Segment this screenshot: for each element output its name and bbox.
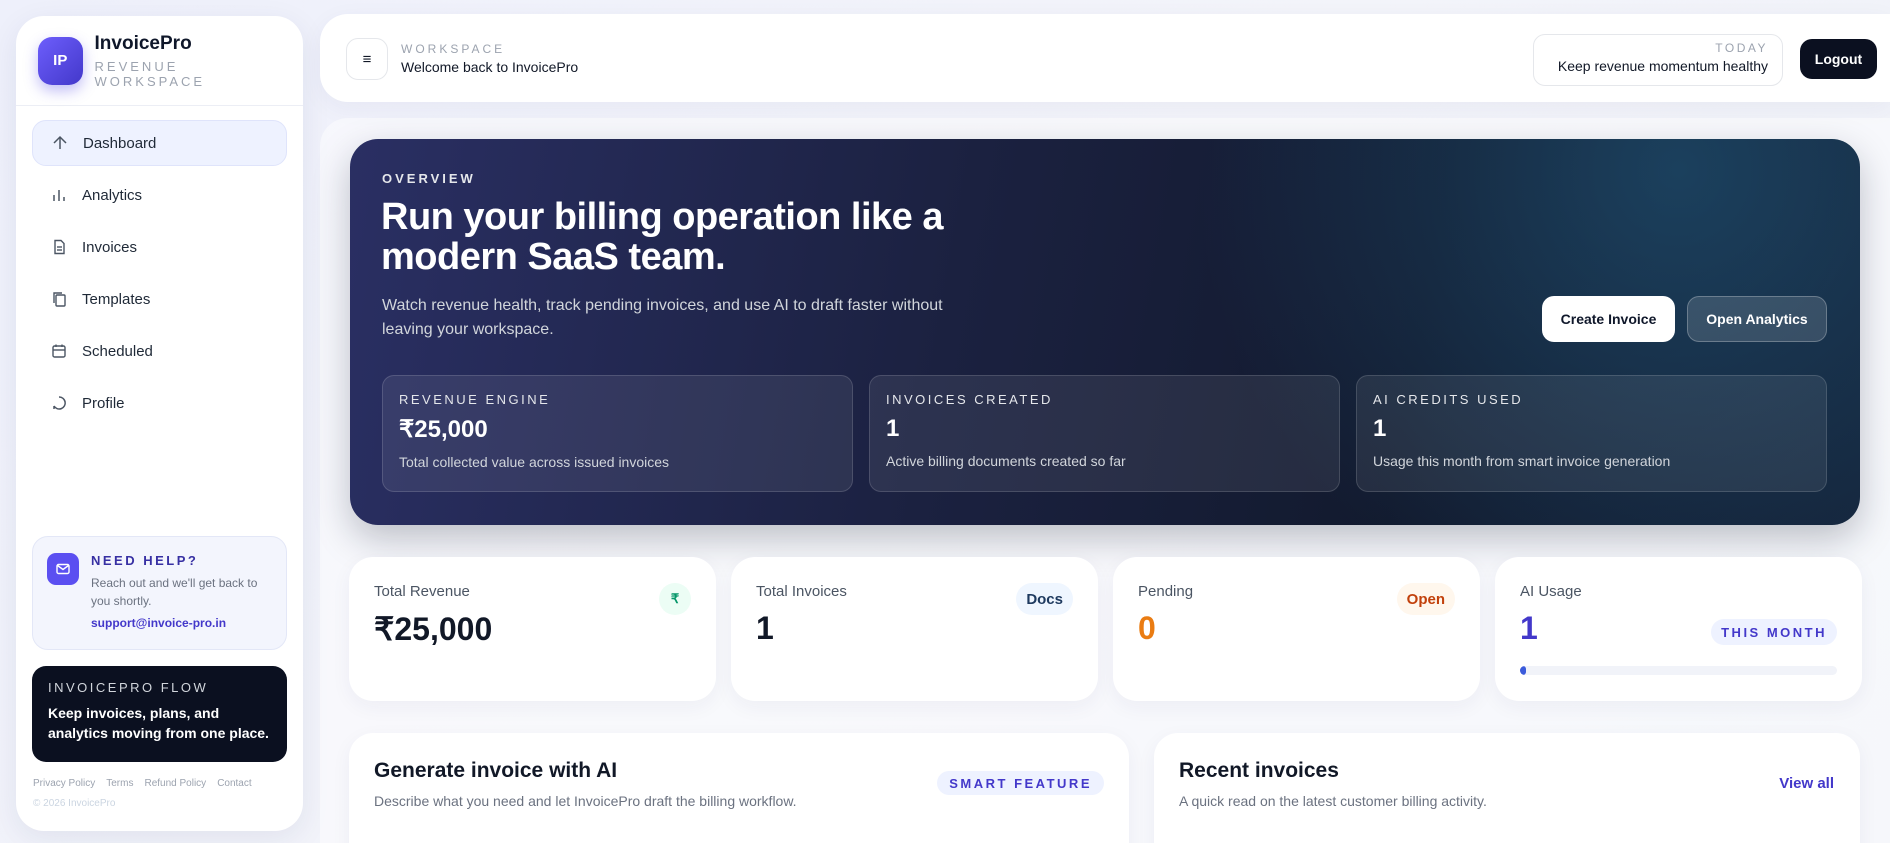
sidebar-item-profile[interactable]: Profile bbox=[32, 380, 287, 426]
open-badge: Open bbox=[1396, 583, 1455, 615]
brand-name: InvoicePro bbox=[94, 32, 192, 54]
stat-description: Total collected value across issued invo… bbox=[399, 454, 670, 470]
rupee-icon: ₹ bbox=[659, 583, 691, 615]
revenue-engine-card: REVENUE ENGINE ₹25,000 Total collected v… bbox=[382, 375, 853, 492]
help-card: NEED HELP? Reach out and we'll get back … bbox=[32, 536, 287, 650]
stat-label: AI CREDITS USED bbox=[1373, 392, 1524, 407]
smart-feature-badge: SMART FEATURE bbox=[937, 771, 1104, 795]
flow-card: INVOICEPRO FLOW Keep invoices, plans, an… bbox=[32, 666, 287, 762]
dashboard-icon bbox=[51, 134, 69, 152]
docs-badge: Docs bbox=[1016, 583, 1073, 615]
today-text: Keep revenue momentum healthy bbox=[1557, 58, 1768, 74]
kpi-total-invoices: Total Invoices 1 Docs bbox=[731, 557, 1098, 701]
open-analytics-button[interactable]: Open Analytics bbox=[1687, 296, 1827, 342]
stat-label: INVOICES CREATED bbox=[886, 392, 1053, 407]
kpi-label: Total Revenue bbox=[374, 583, 470, 600]
flow-title: INVOICEPRO FLOW bbox=[48, 680, 209, 695]
brand[interactable]: IP InvoicePro REVENUE WORKSPACE bbox=[16, 16, 303, 106]
create-invoice-button[interactable]: Create Invoice bbox=[1542, 296, 1675, 342]
user-circle-icon bbox=[50, 394, 68, 412]
brand-logo: IP bbox=[38, 36, 83, 85]
this-month-badge: THIS MONTH bbox=[1711, 619, 1837, 645]
hero-title: Run your billing operation like a modern… bbox=[381, 196, 944, 278]
terms-link[interactable]: Terms bbox=[106, 778, 133, 789]
stat-value: ₹25,000 bbox=[399, 416, 488, 443]
stat-description: Usage this month from smart invoice gene… bbox=[1373, 453, 1671, 469]
today-box: TODAY Keep revenue momentum healthy bbox=[1533, 34, 1783, 86]
panel-title: Recent invoices bbox=[1179, 759, 1339, 782]
ai-usage-progress-bar bbox=[1520, 666, 1837, 675]
help-title: NEED HELP? bbox=[91, 553, 199, 568]
stat-label: REVENUE ENGINE bbox=[399, 392, 551, 407]
panel-subtitle: Describe what you need and let InvoicePr… bbox=[374, 793, 797, 809]
refund-policy-link[interactable]: Refund Policy bbox=[144, 778, 206, 789]
recent-invoices-panel: Recent invoices A quick read on the late… bbox=[1154, 733, 1860, 843]
kpi-value: 1 bbox=[756, 610, 774, 646]
welcome-text: Welcome back to InvoicePro bbox=[401, 59, 579, 75]
privacy-policy-link[interactable]: Privacy Policy bbox=[33, 778, 95, 789]
sidebar-item-label: Templates bbox=[82, 290, 151, 308]
invoices-created-card: INVOICES CREATED 1 Active billing docume… bbox=[869, 375, 1340, 492]
sidebar-item-analytics[interactable]: Analytics bbox=[32, 172, 287, 218]
document-icon bbox=[50, 238, 68, 256]
copy-icon bbox=[50, 290, 68, 308]
copyright: © 2026 InvoicePro bbox=[33, 798, 116, 809]
hero-eyebrow: OVERVIEW bbox=[382, 171, 476, 186]
sidebar-nav: Dashboard Analytics Invoices Templates S… bbox=[16, 106, 303, 446]
mail-icon bbox=[47, 553, 79, 585]
sidebar-item-dashboard[interactable]: Dashboard bbox=[32, 120, 287, 166]
overview-hero: OVERVIEW Run your billing operation like… bbox=[350, 139, 1860, 525]
panel-subtitle: A quick read on the latest customer bill… bbox=[1179, 793, 1487, 809]
hero-description: Watch revenue health, track pending invo… bbox=[382, 297, 943, 338]
kpi-label: AI Usage bbox=[1520, 583, 1582, 600]
sidebar-item-label: Scheduled bbox=[82, 342, 153, 360]
topbar: ≡ WORKSPACE Welcome back to InvoicePro T… bbox=[320, 14, 1890, 102]
kpi-value: 0 bbox=[1138, 610, 1156, 646]
sidebar-item-templates[interactable]: Templates bbox=[32, 276, 287, 322]
sidebar-item-invoices[interactable]: Invoices bbox=[32, 224, 287, 270]
generate-ai-panel: Generate invoice with AI Describe what y… bbox=[349, 733, 1129, 843]
workspace-label: WORKSPACE bbox=[401, 42, 506, 56]
ai-credits-card: AI CREDITS USED 1 Usage this month from … bbox=[1356, 375, 1827, 492]
stat-value: 1 bbox=[1373, 415, 1387, 442]
ai-usage-progress-fill bbox=[1520, 666, 1527, 675]
brand-subtitle: REVENUE WORKSPACE bbox=[94, 58, 206, 89]
help-text: Reach out and we'll get back to you shor… bbox=[91, 576, 258, 608]
kpi-pending: Pending 0 Open bbox=[1113, 557, 1480, 701]
view-all-link[interactable]: View all bbox=[1779, 775, 1834, 792]
sidebar-item-label: Profile bbox=[82, 394, 125, 412]
logout-button[interactable]: Logout bbox=[1800, 39, 1877, 79]
today-label: TODAY bbox=[1715, 41, 1768, 55]
kpi-ai-usage: AI Usage 1 THIS MONTH bbox=[1495, 557, 1862, 701]
flow-text: Keep invoices, plans, and analytics movi… bbox=[48, 705, 269, 741]
sidebar-item-label: Analytics bbox=[82, 186, 143, 204]
menu-button[interactable]: ≡ bbox=[346, 38, 388, 80]
support-email-link[interactable]: support@invoice-pro.in bbox=[91, 616, 272, 630]
menu-icon: ≡ bbox=[362, 50, 372, 68]
sidebar-item-label: Dashboard bbox=[83, 134, 157, 152]
sidebar: IP InvoicePro REVENUE WORKSPACE Dashboar… bbox=[16, 16, 303, 831]
calendar-icon bbox=[50, 342, 68, 360]
contact-link[interactable]: Contact bbox=[217, 778, 251, 789]
stat-value: 1 bbox=[886, 415, 900, 442]
kpi-value: ₹25,000 bbox=[374, 611, 493, 647]
sidebar-item-scheduled[interactable]: Scheduled bbox=[32, 328, 287, 374]
stat-description: Active billing documents created so far bbox=[886, 453, 1126, 469]
footer-links: Privacy Policy Terms Refund Policy Conta… bbox=[33, 778, 263, 789]
bar-chart-icon bbox=[50, 186, 68, 204]
kpi-total-revenue: Total Revenue ₹25,000 ₹ bbox=[349, 557, 716, 701]
sidebar-item-label: Invoices bbox=[82, 238, 138, 256]
